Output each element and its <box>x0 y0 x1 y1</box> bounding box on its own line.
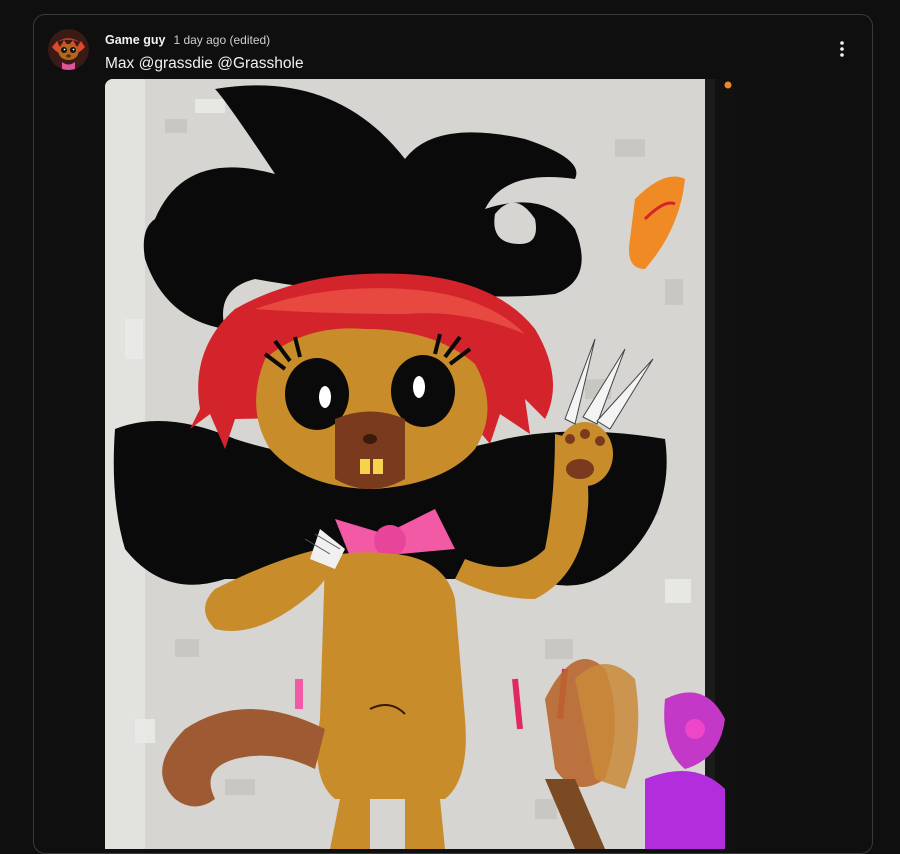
comment-text: Max @grassdie @Grasshole <box>105 55 304 72</box>
attached-image[interactable] <box>105 79 735 849</box>
character-drawing <box>105 79 735 849</box>
avatar-creature-icon <box>48 29 89 70</box>
comment-timestamp[interactable]: 1 day ago (edited) <box>173 33 270 47</box>
author-avatar[interactable] <box>48 29 89 70</box>
comment-header: Game guy 1 day ago (edited) <box>105 33 270 47</box>
author-name[interactable]: Game guy <box>105 33 165 47</box>
more-vert-icon <box>840 41 844 57</box>
comment-action-menu-button[interactable] <box>830 37 854 61</box>
comment-card: Game guy 1 day ago (edited) Max @grassdi… <box>33 14 873 854</box>
